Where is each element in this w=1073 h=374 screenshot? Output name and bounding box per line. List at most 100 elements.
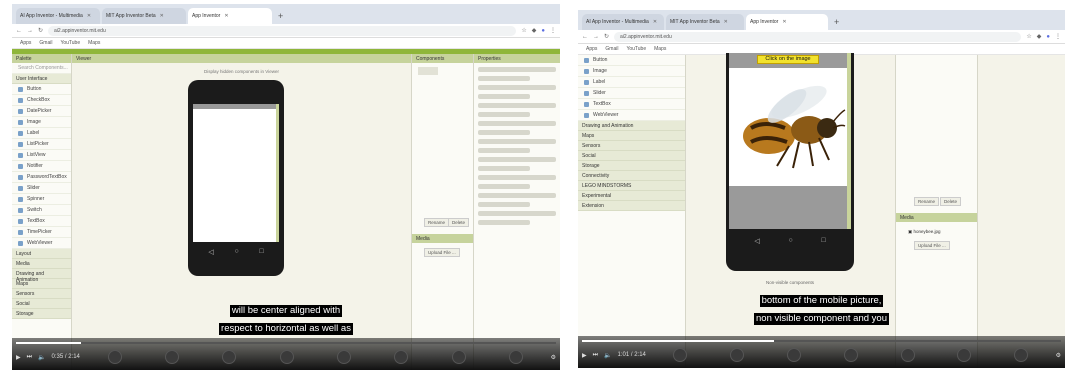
- property-row[interactable]: [478, 202, 530, 207]
- palette-section[interactable]: Drawing and Animation: [12, 269, 71, 283]
- palette-section[interactable]: LEGO MINDSTORMS: [578, 181, 685, 191]
- new-tab-button[interactable]: +: [830, 17, 845, 30]
- palette-section[interactable]: Social: [578, 151, 685, 161]
- close-icon[interactable]: ✕: [653, 19, 657, 25]
- close-icon[interactable]: ✕: [87, 13, 91, 19]
- property-row[interactable]: [478, 220, 530, 225]
- next-icon[interactable]: ⏭: [593, 352, 598, 359]
- palette-section[interactable]: Storage: [578, 161, 685, 171]
- palette-item[interactable]: WebViewer: [578, 110, 685, 121]
- palette-item[interactable]: Slider: [578, 88, 685, 99]
- star-icon[interactable]: ☆: [521, 27, 526, 34]
- upload-file-button[interactable]: Upload File ...: [914, 241, 950, 250]
- palette-section[interactable]: Drawing and Animation: [578, 121, 685, 131]
- close-icon[interactable]: ✕: [724, 19, 728, 25]
- palette-item[interactable]: ListPicker: [12, 139, 71, 150]
- video-progress-bar[interactable]: [16, 342, 556, 344]
- palette-item[interactable]: Button: [578, 55, 685, 66]
- palette-category[interactable]: User Interface: [12, 74, 71, 84]
- rename-button[interactable]: Rename: [914, 197, 940, 206]
- bookmark-item[interactable]: YouTube: [626, 46, 646, 52]
- menu-icon[interactable]: ⋮: [550, 27, 556, 34]
- close-icon[interactable]: ✕: [160, 13, 164, 19]
- reload-icon[interactable]: ↻: [38, 27, 43, 34]
- next-icon[interactable]: ⏭: [27, 354, 32, 361]
- back-icon[interactable]: ←: [16, 28, 22, 34]
- bookmark-item[interactable]: Apps: [586, 46, 597, 52]
- property-row[interactable]: [478, 184, 530, 189]
- palette-item[interactable]: Switch: [12, 205, 71, 216]
- palette-search[interactable]: Search Components...: [12, 63, 71, 74]
- property-row[interactable]: [478, 94, 530, 99]
- property-row[interactable]: [478, 112, 530, 117]
- palette-item[interactable]: Label: [12, 128, 71, 139]
- palette-item[interactable]: TextBox: [578, 99, 685, 110]
- property-row[interactable]: [478, 157, 556, 162]
- reload-icon[interactable]: ↻: [604, 33, 609, 40]
- click-image-button[interactable]: Click on the image: [757, 55, 819, 64]
- property-row[interactable]: [478, 103, 556, 108]
- address-input[interactable]: ai2.appinventor.mit.edu: [614, 31, 1022, 42]
- palette-item[interactable]: TextBox: [12, 216, 71, 227]
- property-row[interactable]: [478, 85, 556, 90]
- palette-section[interactable]: Media: [12, 259, 71, 269]
- palette-item[interactable]: Notifier: [12, 161, 71, 172]
- rename-button[interactable]: Rename: [424, 218, 450, 227]
- close-icon[interactable]: ✕: [224, 13, 228, 19]
- palette-item[interactable]: TimePicker: [12, 227, 71, 238]
- palette-item[interactable]: Label: [578, 77, 685, 88]
- palette-item[interactable]: ListView: [12, 150, 71, 161]
- palette-section[interactable]: Maps: [12, 279, 71, 289]
- delete-button[interactable]: Delete: [940, 197, 962, 206]
- forward-icon[interactable]: →: [593, 34, 599, 40]
- property-row[interactable]: [478, 121, 556, 126]
- settings-icon[interactable]: ⚙: [1056, 352, 1061, 359]
- viewer-hidden-toggle[interactable]: Display hidden components in Viewer: [72, 69, 411, 74]
- palette-item[interactable]: WebViewer: [12, 238, 71, 249]
- bookmark-item[interactable]: Maps: [654, 46, 666, 52]
- bookmark-item[interactable]: Apps: [20, 40, 31, 46]
- property-row[interactable]: [478, 139, 556, 144]
- browser-tab[interactable]: AI App Inventor - Multimedia ✕: [582, 14, 664, 30]
- bee-image[interactable]: [729, 68, 847, 186]
- palette-item[interactable]: PasswordTextBox: [12, 172, 71, 183]
- bookmark-item[interactable]: Gmail: [39, 40, 52, 46]
- close-icon[interactable]: ✕: [782, 19, 786, 25]
- palette-section[interactable]: Connectivity: [578, 171, 685, 181]
- property-row[interactable]: [478, 67, 556, 72]
- property-row[interactable]: [478, 211, 556, 216]
- palette-item[interactable]: Spinner: [12, 194, 71, 205]
- new-tab-button[interactable]: +: [274, 11, 289, 24]
- bookmark-item[interactable]: Gmail: [605, 46, 618, 52]
- profile-icon[interactable]: ●: [541, 28, 545, 34]
- palette-item[interactable]: CheckBox: [12, 95, 71, 106]
- profile-icon[interactable]: ●: [1046, 34, 1050, 40]
- palette-item[interactable]: Button: [12, 84, 71, 95]
- browser-tab[interactable]: AI App Inventor - Multimedia ✕: [16, 8, 100, 24]
- delete-button[interactable]: Delete: [448, 218, 470, 227]
- address-input[interactable]: ai2.appinventor.mit.edu: [48, 25, 517, 36]
- property-row[interactable]: [478, 166, 530, 171]
- property-row[interactable]: [478, 175, 556, 180]
- upload-file-button[interactable]: Upload File ...: [424, 248, 460, 257]
- volume-icon[interactable]: 🔈: [38, 354, 45, 361]
- bookmark-item[interactable]: YouTube: [60, 40, 80, 46]
- browser-tab-active[interactable]: App Inventor ✕: [188, 8, 272, 24]
- menu-icon[interactable]: ⋮: [1055, 33, 1061, 40]
- palette-section[interactable]: Sensors: [578, 141, 685, 151]
- palette-item[interactable]: DatePicker: [12, 106, 71, 117]
- extensions-icon[interactable]: ◆: [532, 27, 537, 34]
- browser-tab[interactable]: MIT App Inventor Beta ✕: [102, 8, 186, 24]
- property-row[interactable]: [478, 76, 530, 81]
- bookmark-item[interactable]: Maps: [88, 40, 100, 46]
- palette-item[interactable]: Image: [12, 117, 71, 128]
- palette-item[interactable]: Image: [578, 66, 685, 77]
- extensions-icon[interactable]: ◆: [1037, 33, 1042, 40]
- palette-item[interactable]: Slider: [12, 183, 71, 194]
- play-icon[interactable]: ▶: [16, 354, 21, 361]
- palette-section[interactable]: Sensors: [12, 289, 71, 299]
- volume-icon[interactable]: 🔈: [604, 352, 611, 359]
- settings-icon[interactable]: ⚙: [551, 354, 556, 361]
- palette-section[interactable]: Maps: [578, 131, 685, 141]
- component-tree[interactable]: [418, 67, 438, 75]
